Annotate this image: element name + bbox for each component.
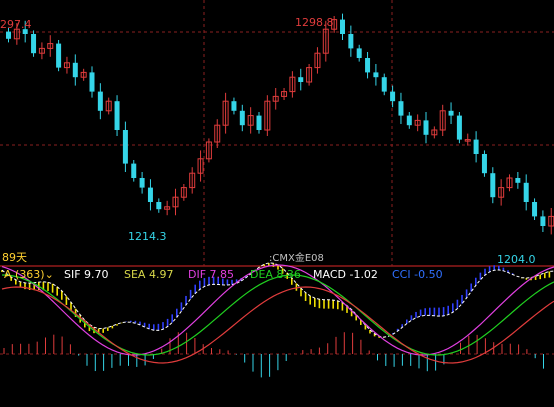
candle [481,154,487,174]
candle [156,202,162,210]
macd-value: MACD -1.02 [313,268,378,281]
candle [139,178,145,188]
candle [256,115,262,130]
candle [381,77,387,92]
left-high-label: 297.4 [0,18,32,31]
candle [448,110,454,116]
dif-value: DIF 7.85 [188,268,235,281]
indicator-selector[interactable]: A (363)⌄ [4,269,54,281]
candle [6,31,11,39]
candlestick-series[interactable] [6,13,554,235]
candle [348,34,354,49]
candle [147,187,153,202]
candle [456,115,462,140]
candle [365,58,371,73]
candle [540,216,546,226]
candle [373,72,379,78]
dea-value: DEA 8.36 [250,268,301,281]
grid-lines [0,0,554,355]
candle [340,19,345,34]
candle [532,202,538,217]
candle [31,34,37,54]
candle [97,91,103,111]
indicator-selector-label: A (363) [4,268,45,281]
candle [390,91,396,102]
candle [122,130,128,164]
period-label: 89天 [2,251,27,264]
top-high-label: 1298.8 [295,16,334,29]
candle [406,115,412,126]
candle [89,72,95,92]
kline-chart[interactable] [0,0,554,407]
sif-value: SIF 9.70 [64,268,109,281]
right-low-label: 1204.0 [497,253,536,266]
chevron-down-icon: ⌄ [44,268,54,281]
candle [298,77,304,82]
candle [523,182,529,202]
cci-value: CCI -0.50 [392,268,443,281]
candle [398,101,404,116]
candle [114,101,120,130]
candle [356,48,362,58]
candle [231,101,237,111]
candle [515,178,521,183]
sea-value: SEA 4.97 [124,268,174,281]
candle [239,110,245,126]
candle [56,43,62,68]
candle [473,139,479,154]
candle [490,173,496,198]
candle [131,163,137,178]
instrument-label: :CMX金E08 [269,253,324,264]
candle [423,120,429,135]
candle [72,62,78,78]
left-low-label: 1214.3 [128,230,167,243]
